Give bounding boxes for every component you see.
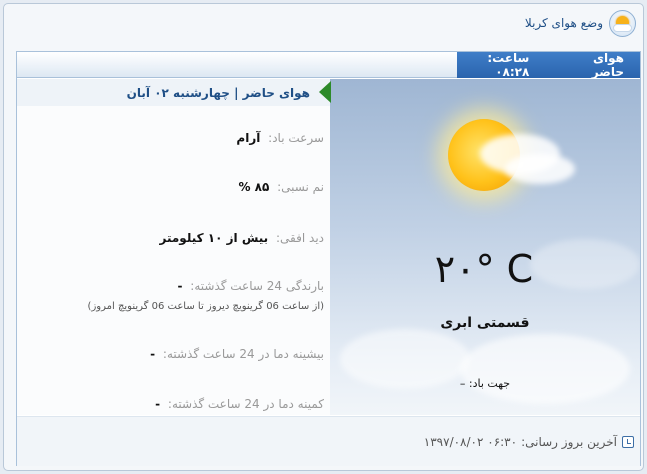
- weather-image: ۲۰° C قسمتی ابری جهت باد: –: [330, 79, 640, 415]
- max-temp-value: -: [150, 347, 156, 361]
- marker-arrow-icon: [319, 81, 331, 103]
- weather-icon: [609, 9, 636, 37]
- page-title: وضع هوای کربلا: [524, 16, 603, 30]
- max-temp-row: بیشینه دما در 24 ساعت گذشته: -: [23, 347, 324, 361]
- tab-label: هوای حاضر: [591, 51, 624, 79]
- cloud-graphic: [505, 154, 575, 184]
- precipitation-label: بارندگی 24 ساعت گذشته:: [190, 279, 324, 293]
- cloud-graphic: [460, 334, 630, 404]
- last-update-value: ۱۳۹۷/۰۸/۰۲ ۰۶:۳۰: [423, 434, 518, 449]
- last-update-label: آخرین بروز رسانی:: [521, 434, 617, 449]
- visibility-label: دید افقی:: [276, 231, 324, 245]
- cloud-icon: [613, 23, 632, 32]
- tab-current-weather[interactable]: هوای حاضر ساعت: ۰۸:۲۸: [457, 51, 640, 79]
- precipitation-note: (از ساعت 06 گرینویچ دیروز تا ساعت 06 گری…: [87, 301, 324, 312]
- widget-frame: وضع هوای کربلا هوای حاضر ساعت: ۰۸:۲۸ ۲۰°…: [3, 3, 644, 471]
- humidity-value: ۸۵ %: [238, 180, 270, 194]
- wind-speed-value: آرام: [236, 131, 261, 145]
- humidity-row: نم نسبی: ۸۵ %: [23, 180, 324, 194]
- max-temp-label: بیشینه دما در 24 ساعت گذشته:: [162, 347, 324, 361]
- precipitation-value: -: [177, 279, 183, 293]
- min-temp-value: -: [155, 397, 161, 411]
- visibility-value: بیش از ۱۰ کیلومتر: [159, 231, 269, 245]
- details-panel: هوای حاضر | چهارشنبه ۰۲ آبان سرعت باد: آ…: [17, 79, 331, 415]
- min-temp-row: کمینه دما در 24 ساعت گذشته: -: [23, 397, 324, 411]
- page-header: وضع هوای کربلا: [4, 4, 643, 42]
- precipitation-row: بارندگی 24 ساعت گذشته: - (از ساعت 06 گری…: [23, 279, 324, 312]
- tab-bar: هوای حاضر ساعت: ۰۸:۲۸: [17, 51, 640, 79]
- temperature: ۲۰° C: [434, 247, 536, 291]
- wind-speed-label: سرعت باد:: [268, 131, 324, 145]
- humidity-label: نم نسبی:: [277, 180, 324, 194]
- wind-direction: جهت باد: –: [459, 377, 511, 390]
- observation-time: ساعت: ۰۸:۲۸: [487, 51, 530, 79]
- weather-panel: هوای حاضر ساعت: ۰۸:۲۸ ۲۰° C قسمتی ابری ج…: [16, 51, 641, 466]
- wind-speed-row: سرعت باد: آرام: [23, 131, 324, 145]
- date-title: هوای حاضر | چهارشنبه ۰۲ آبان: [126, 85, 310, 100]
- condition: قسمتی ابری: [440, 315, 530, 331]
- date-bar: هوای حاضر | چهارشنبه ۰۲ آبان: [17, 79, 331, 106]
- clock-icon: [622, 435, 634, 448]
- content: ۲۰° C قسمتی ابری جهت باد: – هوای حاضر | …: [17, 79, 640, 415]
- min-temp-label: کمینه دما در 24 ساعت گذشته:: [167, 397, 324, 411]
- visibility-row: دید افقی: بیش از ۱۰ کیلومتر: [23, 231, 325, 245]
- footer: آخرین بروز رسانی: ۱۳۹۷/۰۸/۰۲ ۰۶:۳۰: [17, 416, 640, 466]
